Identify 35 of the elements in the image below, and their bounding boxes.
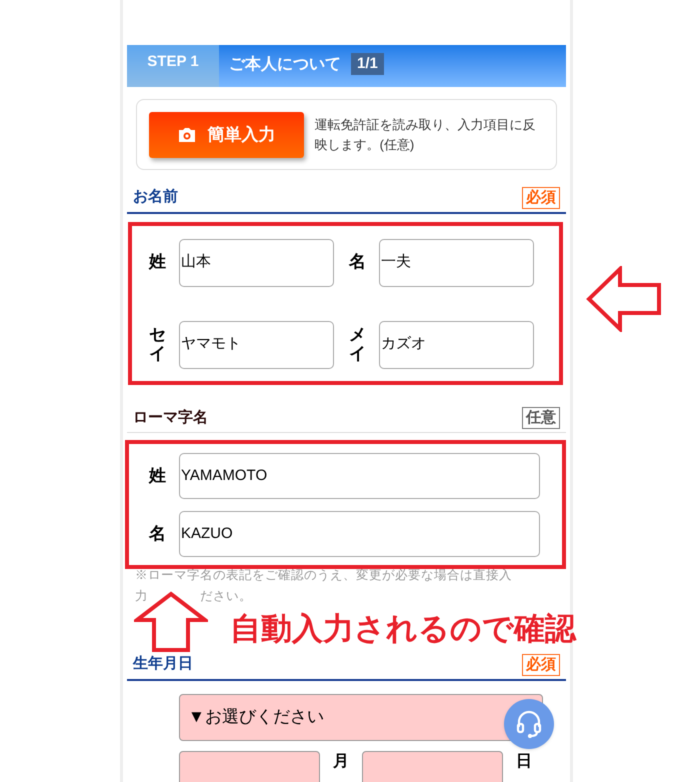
- note-text: ださい。: [200, 589, 252, 604]
- field-label: 月: [333, 752, 349, 770]
- page-count: 1/1: [351, 53, 384, 75]
- field-label: 姓: [149, 465, 166, 488]
- field-label: 日: [516, 752, 532, 770]
- field-label: メイ: [349, 326, 366, 364]
- field-label: 名: [349, 253, 366, 272]
- input-field[interactable]: KAZUO: [179, 511, 540, 557]
- section-title: ローマ字名: [133, 408, 208, 428]
- input-field[interactable]: カズオ: [379, 320, 534, 368]
- input-field[interactable]: [179, 750, 320, 782]
- section-title: 生年月日: [133, 654, 193, 674]
- input-field[interactable]: 一夫: [379, 238, 534, 286]
- field-label: 名: [149, 523, 166, 546]
- note-text: ※ローマ字名の表記をご確認のうえ、変更が必要な場合は直接入: [135, 568, 512, 583]
- badge: 必須: [522, 654, 560, 676]
- field-label: セイ: [149, 326, 166, 364]
- step-title: ご本人について: [229, 54, 341, 75]
- input-field[interactable]: ヤマモト: [179, 320, 334, 368]
- badge: 必須: [522, 186, 560, 208]
- quick-input-description: 運転免許証を読み取り、入力項目に反映します。(任意): [314, 116, 537, 154]
- input-field[interactable]: [362, 750, 503, 782]
- input-field[interactable]: YAMAMOTO: [179, 453, 540, 499]
- headset-icon: [516, 710, 542, 738]
- support-button[interactable]: [504, 699, 554, 749]
- field-label: 姓: [149, 253, 166, 272]
- note-text: 力: [135, 589, 148, 604]
- step-badge: STEP 1: [127, 45, 219, 87]
- camera-icon: [177, 126, 198, 142]
- annotation-text: 自動入力されるので確認: [230, 612, 576, 646]
- section-title: お名前: [133, 187, 178, 207]
- left-arrow-icon: [586, 266, 662, 332]
- input-field[interactable]: 山本: [179, 238, 334, 286]
- select-field[interactable]: ▼お選びください: [179, 694, 543, 740]
- badge: 任意: [522, 407, 560, 429]
